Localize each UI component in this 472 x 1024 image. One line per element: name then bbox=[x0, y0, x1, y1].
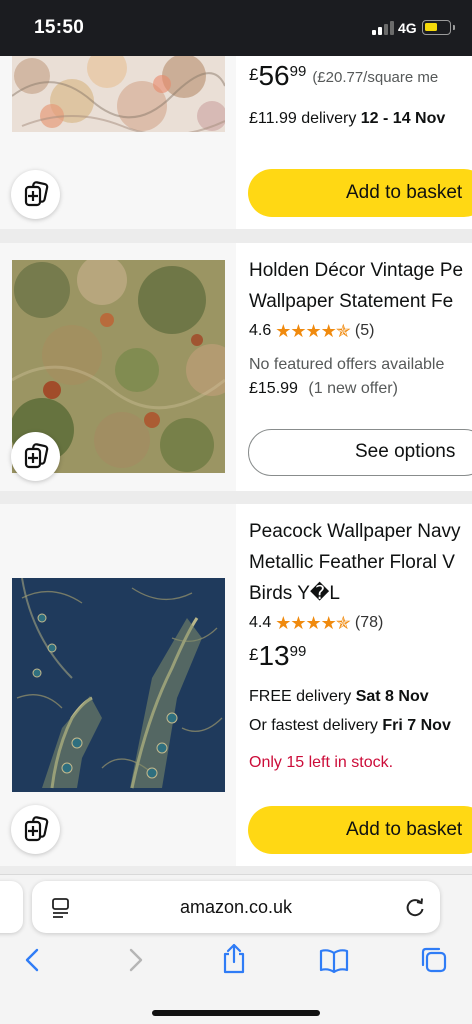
battery-icon bbox=[422, 20, 451, 35]
delivery-info: FREE delivery Sat 8 Nov bbox=[249, 688, 429, 705]
back-icon[interactable] bbox=[22, 947, 44, 973]
compare-add-icon bbox=[24, 443, 49, 469]
address-bar[interactable]: amazon.co.uk bbox=[32, 881, 440, 933]
price: £ 13 99 bbox=[249, 640, 307, 671]
product-card[interactable]: Peacock Wallpaper Navy Metallic Feather … bbox=[0, 504, 472, 866]
compare-add-icon bbox=[24, 181, 49, 207]
add-to-basket-button[interactable]: Add to basket bbox=[248, 806, 472, 854]
search-results[interactable]: £ 56 99 (£20.77/square me £11.99 deliver… bbox=[0, 56, 472, 874]
product-image[interactable] bbox=[12, 578, 225, 792]
compare-add-icon bbox=[24, 816, 49, 842]
bookmarks-icon[interactable] bbox=[318, 947, 350, 975]
browser-toolbar: amazon.co.uk bbox=[0, 874, 472, 1024]
compare-add-button[interactable] bbox=[11, 170, 60, 219]
see-options-button[interactable]: See options bbox=[248, 429, 472, 476]
add-to-basket-button[interactable]: Add to basket bbox=[248, 169, 472, 217]
rating[interactable]: 4.6 ★★★★✯ (5) bbox=[249, 320, 472, 342]
url-text[interactable]: amazon.co.uk bbox=[32, 881, 440, 933]
status-bar: 15:50 4G bbox=[0, 0, 472, 56]
offer-price: £15.99 (1 new offer) bbox=[249, 380, 398, 397]
price: £ 56 99 (£20.77/square me bbox=[249, 60, 439, 91]
network-label: 4G bbox=[398, 20, 417, 36]
product-card[interactable]: £ 56 99 (£20.77/square me £11.99 deliver… bbox=[0, 56, 472, 229]
forward-icon[interactable] bbox=[124, 947, 146, 973]
unit-price: (£20.77/square me bbox=[312, 69, 439, 86]
stock-status: Only 15 left in stock. bbox=[249, 754, 394, 771]
home-indicator[interactable] bbox=[152, 1010, 320, 1016]
compare-add-button[interactable] bbox=[11, 432, 60, 481]
status-time: 15:50 bbox=[34, 17, 85, 38]
fastest-delivery-info: Or fastest delivery Fri 7 Nov bbox=[249, 717, 451, 734]
product-title[interactable]: Peacock Wallpaper Navy Metallic Feather … bbox=[249, 516, 472, 609]
product-card[interactable]: Holden Décor Vintage Pe Wallpaper Statem… bbox=[0, 243, 472, 491]
share-icon[interactable] bbox=[220, 943, 248, 975]
stars-icon: ★★★★✯ bbox=[275, 321, 351, 341]
reload-icon[interactable] bbox=[404, 896, 426, 918]
offers-note: No featured offers available bbox=[249, 356, 445, 373]
product-title[interactable]: Holden Décor Vintage Pe Wallpaper Statem… bbox=[249, 255, 472, 317]
rating[interactable]: 4.4 ★★★★✯ (78) bbox=[249, 612, 472, 634]
signal-icon bbox=[372, 21, 394, 35]
previous-tab-peek[interactable] bbox=[0, 881, 23, 933]
product-image[interactable] bbox=[12, 56, 225, 132]
compare-add-button[interactable] bbox=[11, 805, 60, 854]
tabs-icon[interactable] bbox=[420, 946, 448, 974]
stars-icon: ★★★★✯ bbox=[275, 613, 351, 633]
delivery-info: £11.99 delivery 12 - 14 Nov bbox=[249, 110, 446, 127]
